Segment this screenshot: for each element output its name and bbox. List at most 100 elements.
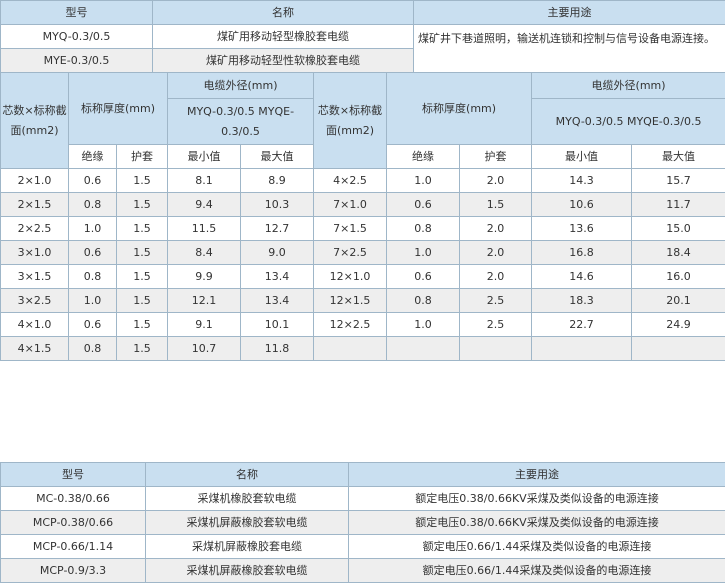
- core-cell: 7×2.5: [314, 241, 387, 265]
- core-cell: 2×1.0: [1, 169, 69, 193]
- insulation-cell: 1.0: [387, 169, 460, 193]
- max-cell: 13.4: [241, 289, 314, 313]
- min-cell: 10.7: [168, 337, 241, 361]
- model-cell: MCP-0.66/1.14: [1, 535, 146, 559]
- sheath-cell: 2.0: [460, 217, 532, 241]
- header-model: 型号: [1, 463, 146, 487]
- insulation-cell: 1.0: [387, 313, 460, 337]
- table-row: MCP-0.38/0.66采煤机屏蔽橡胶套软电缆额定电压0.38/0.66KV采…: [1, 511, 725, 535]
- header-usage: 主要用途: [414, 1, 725, 25]
- model-cell: MCP-0.9/3.3: [1, 559, 146, 583]
- name-cell: 采煤机屏蔽橡胶套软电缆: [146, 511, 349, 535]
- sheath-cell: 1.5: [117, 241, 168, 265]
- sheath-cell: 2.0: [460, 241, 532, 265]
- header-insulation: 绝缘: [387, 145, 460, 169]
- table-row: 2×1.00.61.58.18.94×2.51.02.014.315.7: [1, 169, 725, 193]
- table-row: 4×1.00.61.59.110.112×2.51.02.522.724.9: [1, 313, 725, 337]
- sheath-cell: 1.5: [460, 193, 532, 217]
- insulation-cell: 0.8: [387, 289, 460, 313]
- max-cell: 10.1: [241, 313, 314, 337]
- header-min: 最小值: [532, 145, 632, 169]
- insulation-cell: 0.6: [69, 241, 117, 265]
- max-cell: 16.0: [632, 265, 725, 289]
- sheath-cell: 2.5: [460, 313, 532, 337]
- name-cell: 采煤机橡胶套软电缆: [146, 487, 349, 511]
- min-cell: 16.8: [532, 241, 632, 265]
- sheath-cell: 2.5: [460, 289, 532, 313]
- sheath-cell: 2.0: [460, 265, 532, 289]
- core-cell: 7×1.0: [314, 193, 387, 217]
- max-cell: 15.7: [632, 169, 725, 193]
- insulation-cell: 0.6: [387, 265, 460, 289]
- min-cell: 14.3: [532, 169, 632, 193]
- insulation-cell: 0.8: [69, 337, 117, 361]
- header-thickness: 标称厚度(mm): [69, 73, 168, 145]
- min-cell: 12.1: [168, 289, 241, 313]
- product-table-myq: 型号 名称 主要用途 MYQ-0.3/0.5 煤矿用移动轻型橡胶套电缆 煤矿井下…: [0, 0, 725, 73]
- header-outer-diameter: 电缆外径(mm): [168, 73, 314, 99]
- core-cell: 12×2.5: [314, 313, 387, 337]
- name-cell: 煤矿用移动轻型橡胶套电缆: [153, 25, 414, 49]
- header-model: 型号: [1, 1, 153, 25]
- name-cell: 采煤机屏蔽橡胶套软电缆: [146, 559, 349, 583]
- header-min: 最小值: [168, 145, 241, 169]
- table-row: 2×1.50.81.59.410.37×1.00.61.510.611.7: [1, 193, 725, 217]
- min-cell: 13.6: [532, 217, 632, 241]
- header-core-section: 芯数×标称截面(mm2): [314, 73, 387, 169]
- header-thickness: 标称厚度(mm): [387, 73, 532, 145]
- table-row: 3×1.50.81.59.913.412×1.00.62.014.616.0: [1, 265, 725, 289]
- header-outer-diameter: 电缆外径(mm): [532, 73, 725, 99]
- insulation-cell: 0.8: [69, 265, 117, 289]
- insulation-cell: 0.6: [69, 313, 117, 337]
- sheath-cell: 1.5: [117, 313, 168, 337]
- max-cell: 12.7: [241, 217, 314, 241]
- table-row: 2×2.51.01.511.512.77×1.50.82.013.615.0: [1, 217, 725, 241]
- product-table-mc: 型号 名称 主要用途 MC-0.38/0.66采煤机橡胶套软电缆额定电压0.38…: [0, 462, 725, 583]
- model-cell: MCP-0.38/0.66: [1, 511, 146, 535]
- max-cell: 18.4: [632, 241, 725, 265]
- core-cell: 2×1.5: [1, 193, 69, 217]
- header-insulation: 绝缘: [69, 145, 117, 169]
- header-sheath: 护套: [117, 145, 168, 169]
- max-cell: 11.7: [632, 193, 725, 217]
- insulation-cell: 0.6: [69, 169, 117, 193]
- min-cell: [532, 337, 632, 361]
- core-cell: 7×1.5: [314, 217, 387, 241]
- insulation-cell: 1.0: [387, 241, 460, 265]
- sheath-cell: 1.5: [117, 193, 168, 217]
- usage-cell: 额定电压0.66/1.44采煤及类似设备的电源连接: [349, 535, 725, 559]
- header-name: 名称: [146, 463, 349, 487]
- sheath-cell: 1.5: [117, 337, 168, 361]
- max-cell: 20.1: [632, 289, 725, 313]
- insulation-cell: 0.8: [387, 217, 460, 241]
- max-cell: 11.8: [241, 337, 314, 361]
- insulation-cell: 0.6: [387, 193, 460, 217]
- max-cell: 24.9: [632, 313, 725, 337]
- max-cell: 13.4: [241, 265, 314, 289]
- core-cell: 3×1.0: [1, 241, 69, 265]
- insulation-cell: [387, 337, 460, 361]
- min-cell: 9.4: [168, 193, 241, 217]
- header-od-models: MYQ-0.3/0.5 MYQE-0.3/0.5: [532, 99, 725, 145]
- usage-cell: 额定电压0.38/0.66KV采煤及类似设备的电源连接: [349, 511, 725, 535]
- core-cell: 3×1.5: [1, 265, 69, 289]
- max-cell: 10.3: [241, 193, 314, 217]
- insulation-cell: 1.0: [69, 217, 117, 241]
- core-cell: [314, 337, 387, 361]
- spec-table: 芯数×标称截面(mm2) 标称厚度(mm) 电缆外径(mm) 芯数×标称截面(m…: [0, 72, 725, 361]
- min-cell: 10.6: [532, 193, 632, 217]
- model-cell: MYE-0.3/0.5: [1, 49, 153, 73]
- header-max: 最大值: [241, 145, 314, 169]
- max-cell: [632, 337, 725, 361]
- header-core-section: 芯数×标称截面(mm2): [1, 73, 69, 169]
- core-cell: 2×2.5: [1, 217, 69, 241]
- header-od-models: MYQ-0.3/0.5 MYQE-0.3/0.5: [168, 99, 314, 145]
- min-cell: 18.3: [532, 289, 632, 313]
- min-cell: 22.7: [532, 313, 632, 337]
- usage-cell: 额定电压0.38/0.66KV采煤及类似设备的电源连接: [349, 487, 725, 511]
- min-cell: 9.9: [168, 265, 241, 289]
- min-cell: 8.4: [168, 241, 241, 265]
- core-cell: 4×1.0: [1, 313, 69, 337]
- core-cell: 4×1.5: [1, 337, 69, 361]
- insulation-cell: 1.0: [69, 289, 117, 313]
